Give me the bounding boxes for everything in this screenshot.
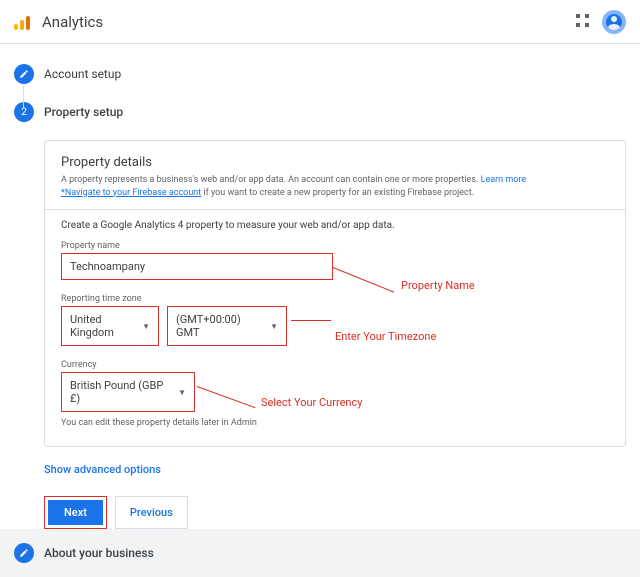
learn-more-link[interactable]: Learn more xyxy=(481,175,527,185)
previous-button[interactable]: Previous xyxy=(115,496,188,529)
app-header: Analytics xyxy=(0,0,640,44)
property-name-input[interactable]: Technoampany xyxy=(61,253,333,280)
step-property-label: Property setup xyxy=(44,105,123,119)
next-button[interactable]: Next xyxy=(48,500,103,525)
annotation-timezone: Enter Your Timezone xyxy=(335,330,436,343)
currency-select[interactable]: British Pound (GBP £)▼ xyxy=(61,372,195,412)
chevron-down-icon: ▼ xyxy=(270,322,278,331)
chevron-down-icon: ▼ xyxy=(178,388,186,397)
card-description: A property represents a business's web a… xyxy=(61,174,609,199)
advanced-options-link[interactable]: Show advanced options xyxy=(44,463,626,476)
step-number-icon: 2 xyxy=(14,102,34,122)
edit-note: You can edit these property details late… xyxy=(61,418,609,428)
annotation-currency: Select Your Currency xyxy=(261,396,362,409)
timezone-label: Reporting time zone xyxy=(61,294,609,304)
firebase-link[interactable]: *Navigate to your Firebase account xyxy=(61,188,201,198)
nav-buttons: Next Previous xyxy=(44,496,626,529)
apps-grid-icon[interactable] xyxy=(576,14,592,30)
step-about-business[interactable]: About your business xyxy=(0,529,640,577)
card-title: Property details xyxy=(61,155,609,170)
edit-icon xyxy=(14,543,34,563)
annotation-property: Property Name xyxy=(401,279,475,292)
currency-label: Currency xyxy=(61,360,609,370)
step-account-label: Account setup xyxy=(44,67,121,81)
chevron-down-icon: ▼ xyxy=(142,322,150,331)
timezone-country-select[interactable]: United Kingdom▼ xyxy=(61,306,159,346)
header-left: Analytics xyxy=(14,12,103,32)
annotation-next-highlight: Next xyxy=(44,496,107,529)
analytics-logo-icon xyxy=(14,12,34,32)
step-about-label: About your business xyxy=(44,546,154,560)
app-title: Analytics xyxy=(42,13,103,31)
card-instruction: Create a Google Analytics 4 property to … xyxy=(61,220,609,231)
property-details-card: Property details A property represents a… xyxy=(44,140,626,447)
edit-icon xyxy=(14,64,34,84)
timezone-offset-select[interactable]: (GMT+00:00) GMT▼ xyxy=(167,306,287,346)
property-name-label: Property name xyxy=(61,241,609,251)
step-account[interactable]: Account setup xyxy=(14,64,626,84)
step-property: 2 Property setup xyxy=(14,102,626,122)
user-avatar[interactable] xyxy=(602,10,626,34)
